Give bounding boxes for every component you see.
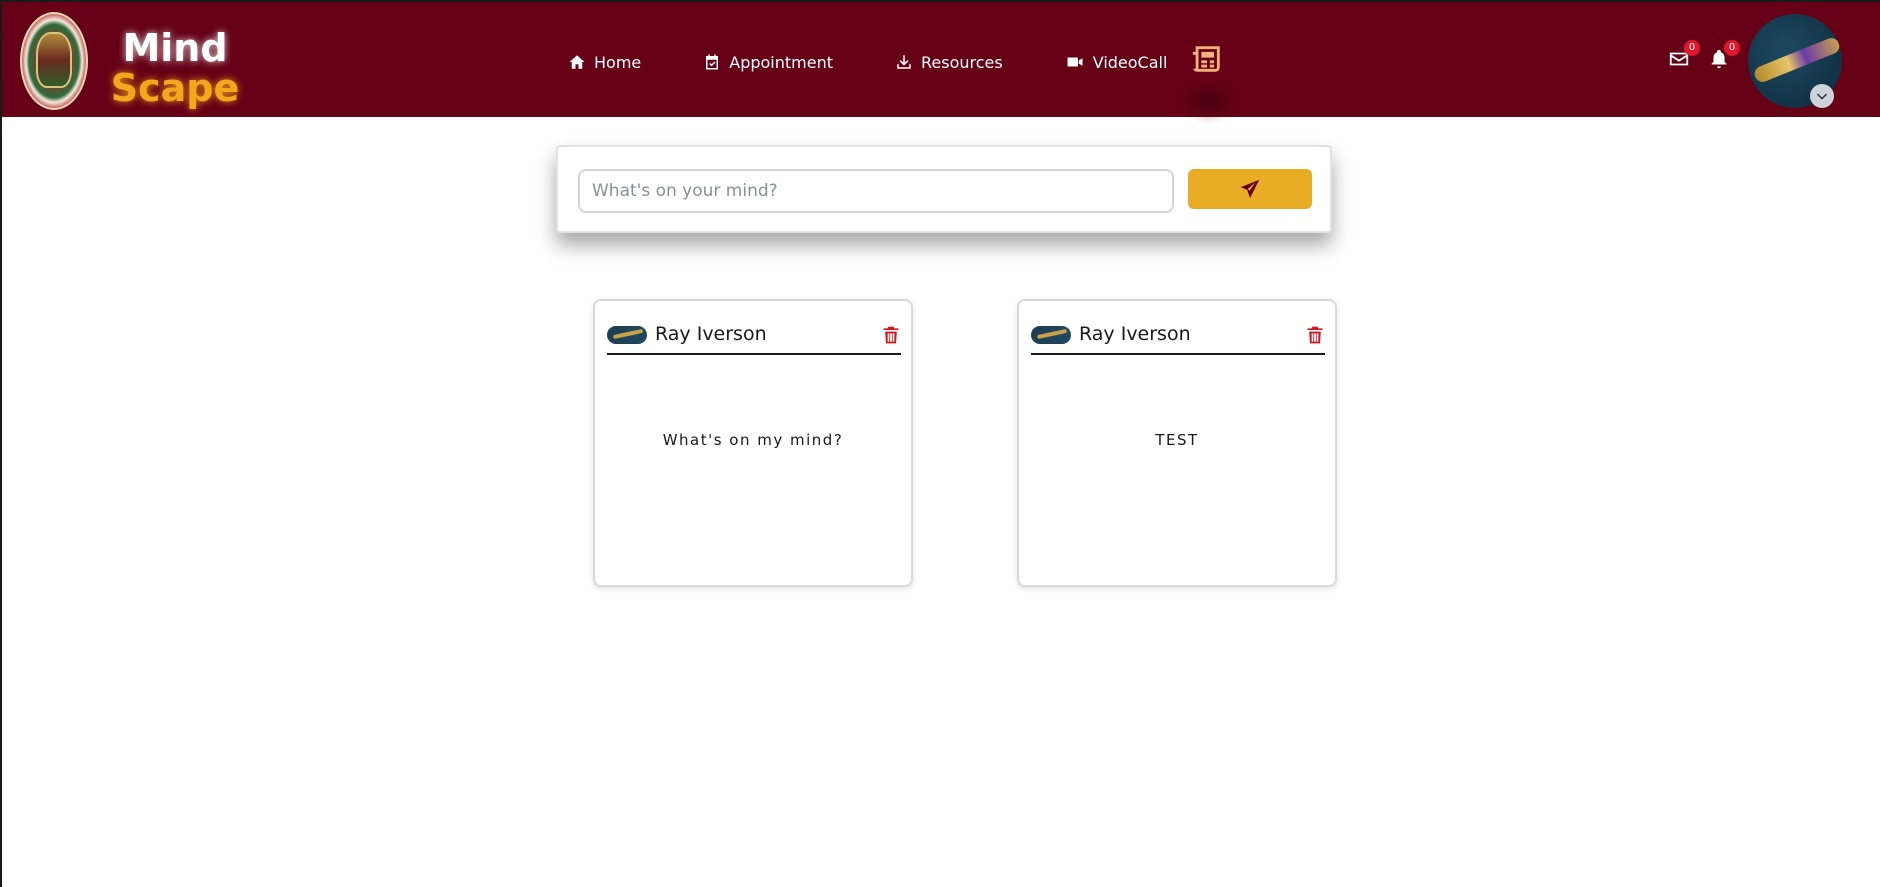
download-icon bbox=[897, 55, 911, 69]
nav-appointment-label: Appointment bbox=[729, 52, 833, 72]
university-seal-logo[interactable] bbox=[20, 12, 88, 110]
newsfeed-button[interactable] bbox=[1190, 42, 1226, 82]
delete-post-button[interactable] bbox=[881, 324, 901, 346]
post-content: What's on my mind? bbox=[662, 431, 844, 449]
nav-appointment[interactable]: Appointment bbox=[703, 53, 833, 72]
main-nav: Home Appointment Resources VideoCall bbox=[568, 42, 1229, 82]
post-header: Ray Iverson bbox=[1031, 311, 1325, 355]
post-header: Ray Iverson bbox=[607, 311, 901, 355]
paper-plane-icon bbox=[1240, 179, 1260, 199]
delete-post-button[interactable] bbox=[1305, 324, 1325, 346]
post-input[interactable] bbox=[578, 169, 1174, 213]
post-card: Ray Iverson TEST bbox=[1017, 299, 1337, 587]
nav-videocall[interactable]: VideoCall bbox=[1065, 52, 1168, 72]
video-icon bbox=[1067, 57, 1083, 67]
post-author-name: Ray Iverson bbox=[1079, 323, 1191, 345]
brand-line-mind: Mind bbox=[122, 26, 228, 70]
post-author-avatar bbox=[1031, 326, 1071, 344]
trash-icon bbox=[1307, 326, 1323, 344]
notifications-badge: 0 bbox=[1724, 40, 1740, 56]
chevron-down-icon bbox=[1817, 93, 1827, 100]
news-hover-shadow bbox=[1192, 90, 1226, 112]
nav-home-label: Home bbox=[594, 52, 642, 72]
newspaper-icon bbox=[1192, 46, 1220, 72]
home-icon bbox=[569, 55, 585, 69]
post-author-name: Ray Iverson bbox=[655, 323, 767, 345]
trash-icon bbox=[883, 326, 899, 344]
nav-videocall-label: VideoCall bbox=[1092, 52, 1168, 72]
profile-menu-toggle[interactable] bbox=[1810, 84, 1834, 108]
post-author-avatar bbox=[607, 326, 647, 344]
nav-resources[interactable]: Resources bbox=[895, 53, 1003, 72]
navbar: Mind Scape Home Appointment Resources Vi… bbox=[2, 2, 1880, 117]
messages-button[interactable]: 0 bbox=[1668, 40, 1700, 72]
post-composer bbox=[556, 145, 1332, 233]
brand-logo[interactable]: Mind Scape bbox=[110, 28, 240, 108]
nav-home[interactable]: Home bbox=[568, 53, 641, 72]
post-card: Ray Iverson What's on my mind? bbox=[593, 299, 913, 587]
brand-line-scape: Scape bbox=[110, 66, 240, 110]
nav-resources-label: Resources bbox=[921, 52, 1003, 72]
messages-badge: 0 bbox=[1684, 40, 1700, 56]
post-submit-button[interactable] bbox=[1188, 169, 1312, 209]
calendar-icon bbox=[706, 54, 719, 70]
post-content: TEST bbox=[1155, 431, 1199, 449]
notifications-button[interactable]: 0 bbox=[1708, 40, 1740, 72]
